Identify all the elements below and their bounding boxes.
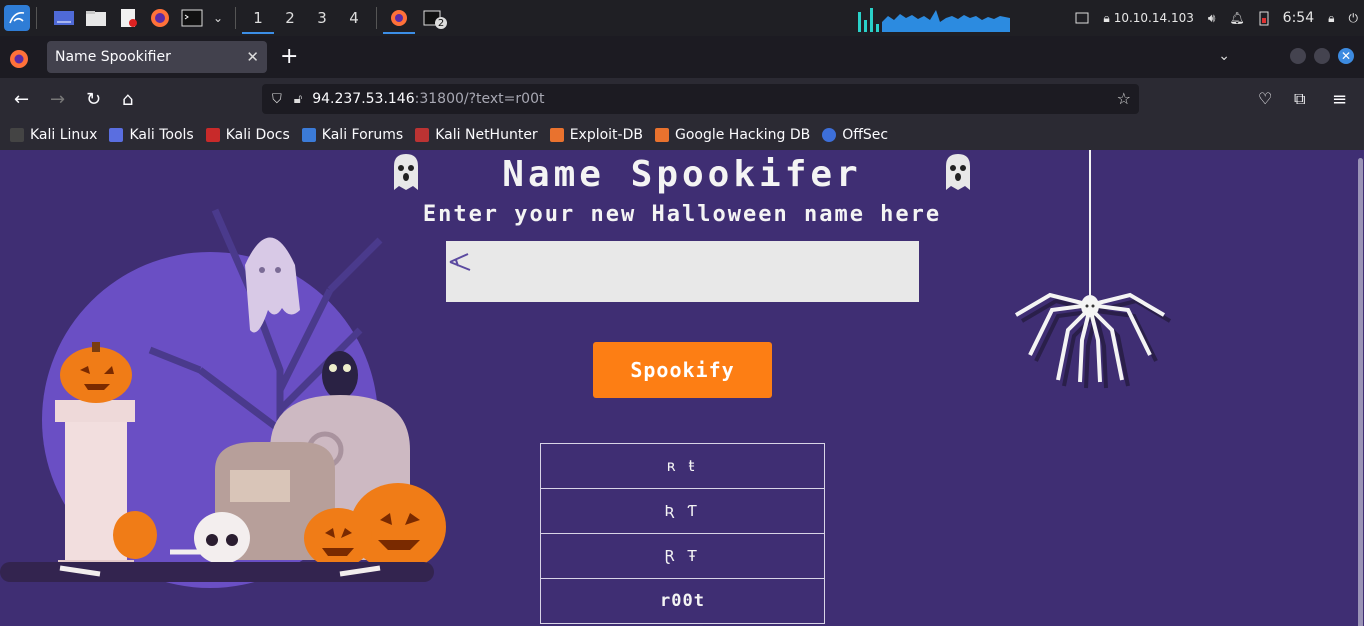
cobweb-icon (449, 253, 471, 271)
desktop-icon[interactable] (53, 7, 75, 29)
result-cell: Ɽ Ŧ (540, 533, 825, 579)
kali-menu-icon[interactable] (4, 5, 30, 31)
kali-icon (10, 128, 24, 142)
graveyard-illustration (0, 208, 446, 588)
result-cell: r00t (540, 578, 825, 624)
ghdb-icon (654, 128, 669, 142)
workspace-1[interactable]: 1 (242, 0, 274, 36)
list-all-tabs-icon[interactable]: ⌄ (1218, 48, 1230, 64)
web-page: Name Spookifer Enter your new Halloween … (0, 150, 1364, 626)
new-tab-button[interactable]: + (280, 44, 298, 69)
vpn-indicator[interactable]: 🔒︎ 10.10.14.103 (1103, 11, 1194, 26)
back-arrow-icon[interactable]: ← (14, 89, 29, 110)
bookmark-offsec[interactable]: OffSec (822, 127, 888, 143)
network-icon[interactable] (1075, 11, 1089, 25)
spider-icon (1014, 150, 1172, 389)
close-window-button[interactable]: ✕ (1338, 48, 1354, 64)
power-icon[interactable]: ⏻ (1349, 11, 1359, 26)
bookmark-star-icon[interactable]: ☆ (1117, 89, 1131, 108)
taskbar-firefox-window[interactable] (383, 0, 415, 36)
extensions-icon[interactable]: ⧉ (1294, 89, 1305, 109)
bookmark-kali-docs[interactable]: Kali Docs (205, 127, 290, 143)
bookmarks-toolbar: Kali Linux Kali Tools Kali Docs Kali For… (0, 120, 1364, 150)
chevron-down-icon[interactable]: ⌄ (207, 7, 229, 29)
vpn-ip: 10.10.14.103 (1113, 11, 1194, 25)
page-scrollbar[interactable] (1356, 154, 1364, 626)
network-graph (858, 8, 1010, 32)
lock-icon: 🔒︎ (1103, 10, 1110, 25)
browser-nav-bar: ← → ↻ ⌂ ⛉ 🔓︎ 94.237.53.146:31800/?text=r… (0, 78, 1364, 120)
browser-tab-bar: Name Spookifier ✕ + ⌄ ✕ (0, 36, 1364, 78)
pocket-icon[interactable]: ♡ (1258, 89, 1272, 108)
bookmark-exploit-db[interactable]: Exploit-DB (549, 127, 643, 143)
terminal-count-badge: 2 (435, 17, 447, 29)
exploit-db-icon (549, 128, 564, 142)
spookify-button[interactable]: Spookify (593, 342, 772, 398)
battery-icon[interactable] (1259, 10, 1269, 26)
offsec-icon (822, 128, 837, 142)
close-tab-icon[interactable]: ✕ (246, 48, 259, 66)
table-row: Ʀ Ƭ (540, 488, 825, 534)
forward-arrow-icon[interactable]: → (50, 89, 65, 110)
url-host: 94.237.53.146 (312, 91, 415, 107)
bookmark-google-hacking-db[interactable]: Google Hacking DB (654, 127, 810, 143)
workspace-3[interactable]: 3 (306, 0, 338, 36)
table-row: Ɽ Ŧ (540, 533, 825, 579)
result-cell: ʀ ŧ (540, 443, 825, 489)
kali-tools-icon (109, 128, 124, 142)
taskbar-terminal-window[interactable]: 2 (415, 0, 455, 36)
bookmark-kali-tools[interactable]: Kali Tools (109, 127, 194, 143)
maximize-button[interactable] (1314, 48, 1330, 64)
kali-forums-icon (301, 128, 316, 142)
minimize-button[interactable] (1290, 48, 1306, 64)
name-input[interactable] (446, 241, 919, 302)
nethunter-icon (415, 128, 430, 142)
volume-icon[interactable]: 🔊︎ (1208, 11, 1216, 26)
url-path: :31800/?text=r00t (414, 91, 545, 107)
menu-icon[interactable]: ≡ (1332, 89, 1347, 110)
url-bar[interactable]: ⛉ 🔓︎ 94.237.53.146:31800/?text=r00t ☆ (262, 84, 1139, 114)
notification-bell-icon[interactable]: 🔔︎ (1229, 11, 1244, 25)
firefox-icon[interactable] (149, 7, 171, 29)
lock-screen-icon[interactable]: 🔒︎ (1328, 11, 1334, 26)
firefox-view-icon[interactable] (8, 48, 30, 70)
bookmark-kali-linux[interactable]: Kali Linux (10, 127, 97, 143)
system-taskbar: ⌄ 1 2 3 4 2 🔒︎ 10.10.14.103 🔊︎ 🔔︎ 6:54 🔒… (0, 0, 1364, 36)
text-editor-icon[interactable] (117, 7, 139, 29)
file-manager-icon[interactable] (85, 7, 107, 29)
reload-icon[interactable]: ↻ (86, 89, 101, 110)
tab-title: Name Spookifier (55, 49, 171, 65)
workspace-4[interactable]: 4 (338, 0, 370, 36)
workspace-2[interactable]: 2 (274, 0, 306, 36)
clock[interactable]: 6:54 (1283, 10, 1314, 26)
home-icon[interactable]: ⌂ (122, 89, 133, 110)
terminal-icon[interactable] (181, 7, 203, 29)
bookmark-kali-nethunter[interactable]: Kali NetHunter (415, 127, 538, 143)
table-row: ʀ ŧ (540, 443, 825, 489)
result-cell: Ʀ Ƭ (540, 488, 825, 534)
table-row: r00t (540, 578, 825, 624)
bookmark-kali-forums[interactable]: Kali Forums (301, 127, 403, 143)
results-table: ʀ ŧ Ʀ Ƭ Ɽ Ŧ r00t (540, 443, 825, 624)
kali-docs-icon (205, 128, 220, 142)
insecure-lock-icon[interactable]: 🔓︎ (294, 92, 302, 107)
shield-icon[interactable]: ⛉ (272, 92, 282, 107)
tab-name-spookifier[interactable]: Name Spookifier ✕ (47, 41, 267, 73)
